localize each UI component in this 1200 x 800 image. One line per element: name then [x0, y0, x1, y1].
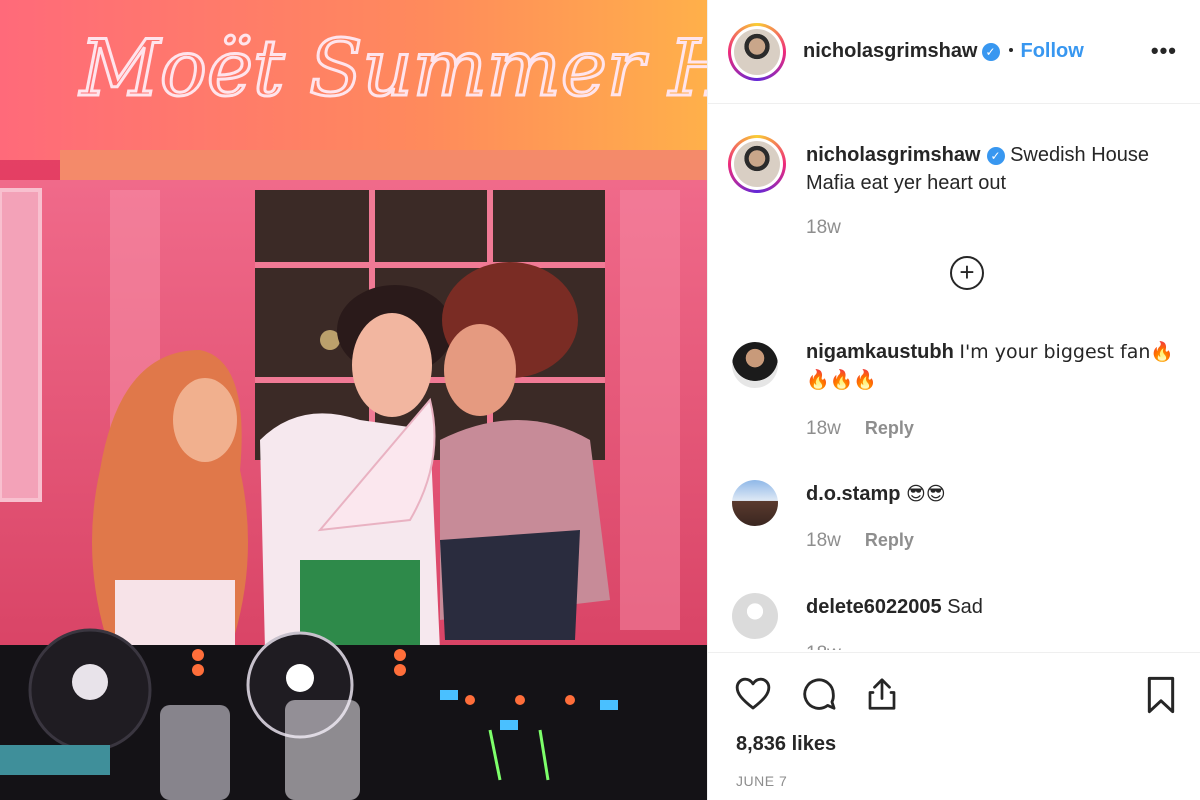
commenter-username[interactable]: nigamkaustubh: [806, 341, 954, 363]
post-date[interactable]: JUNE 7: [736, 773, 787, 789]
post-photo: Moët Summer H: [0, 0, 707, 800]
post-header: nicholasgrimshaw ✓ Follow •••: [708, 0, 1200, 104]
comment-text-block: nigamkaustubh I'm your biggest fan🔥🔥🔥🔥: [806, 338, 1186, 394]
verified-badge-icon: ✓: [986, 147, 1005, 165]
commenter-avatar[interactable]: [732, 480, 778, 526]
comment-meta: 18w: [806, 643, 841, 650]
neon-sign: Moët Summer H: [78, 24, 707, 114]
default-avatar-icon[interactable]: [732, 593, 778, 639]
author-avatar[interactable]: [728, 23, 786, 81]
heart-icon[interactable]: [734, 675, 772, 716]
comment-body: 😎😎: [906, 483, 946, 505]
caption-text-block: nicholasgrimshaw ✓ Swedish House Mafia ea…: [806, 141, 1186, 197]
post-actions: 8,836 likes JUNE 7: [708, 652, 1200, 800]
commenter-username[interactable]: d.o.stamp: [806, 483, 900, 505]
load-more-comments-icon[interactable]: +: [950, 256, 984, 290]
comment-timestamp[interactable]: 18w: [806, 418, 841, 439]
comment-icon[interactable]: [800, 675, 838, 718]
comment-timestamp[interactable]: 18w: [806, 530, 841, 551]
comment-item: nigamkaustubh I'm your biggest fan🔥🔥🔥🔥 1…: [708, 335, 1200, 445]
separator-dot: [1008, 48, 1013, 52]
share-icon[interactable]: [864, 675, 900, 718]
comment-text-block: delete6022005 Sad: [806, 593, 1186, 621]
comment-body: Sad: [947, 596, 983, 618]
comment-item: delete6022005 Sad 18w: [708, 590, 1200, 650]
post-photo-illustration: Moët Summer H: [0, 0, 707, 800]
comment-text-block: d.o.stamp 😎😎: [806, 480, 1186, 508]
caption-timestamp[interactable]: 18w: [806, 217, 841, 239]
comment-item: d.o.stamp 😎😎 18w Reply: [708, 477, 1200, 587]
commenter-username[interactable]: delete6022005: [806, 596, 942, 618]
comments-section[interactable]: nicholasgrimshaw ✓ Swedish House Mafia ea…: [708, 105, 1200, 650]
author-username[interactable]: nicholasgrimshaw: [803, 40, 978, 62]
author-info: nicholasgrimshaw ✓ Follow: [803, 40, 1084, 63]
comment-timestamp[interactable]: 18w: [806, 643, 841, 650]
comment-meta: 18w Reply: [806, 418, 914, 440]
commenter-avatar[interactable]: [732, 342, 778, 388]
likes-count[interactable]: 8,836 likes: [736, 733, 836, 756]
comment-meta: 18w Reply: [806, 530, 914, 552]
bookmark-icon[interactable]: [1144, 675, 1178, 720]
caption-username[interactable]: nicholasgrimshaw: [806, 144, 981, 166]
reply-button[interactable]: Reply: [865, 530, 914, 550]
follow-button[interactable]: Follow: [1021, 40, 1084, 62]
verified-badge-icon: ✓: [981, 43, 1000, 61]
reply-button[interactable]: Reply: [865, 418, 914, 438]
caption-author-avatar[interactable]: [728, 135, 786, 193]
post-side-panel: nicholasgrimshaw ✓ Follow ••• nicholasgrim…: [707, 0, 1200, 800]
more-options-icon[interactable]: •••: [1151, 38, 1177, 64]
